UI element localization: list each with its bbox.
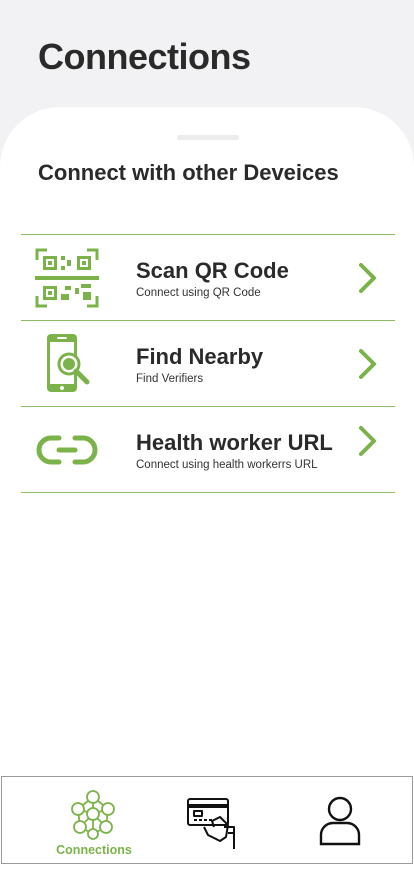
health-worker-url-item[interactable]: Health worker URL Connect using health w…	[21, 407, 395, 493]
profile-icon	[319, 796, 361, 846]
find-nearby-item[interactable]: Find Nearby Find Verifiers	[21, 321, 395, 407]
scan-qr-code-text: Scan QR Code Connect using QR Code	[136, 257, 289, 299]
sheet-grabber[interactable]	[177, 135, 239, 140]
tab-label: Connections	[56, 843, 132, 857]
page-title: Connections	[38, 36, 251, 77]
link-icon	[29, 418, 105, 482]
item-subtitle: Connect using QR Code	[136, 287, 261, 299]
bottom-tab-bar: Connections	[1, 776, 413, 864]
network-icon	[71, 790, 115, 840]
chevron-right-icon	[359, 426, 376, 456]
item-title: Health worker URL	[136, 430, 333, 455]
chevron-right-icon	[359, 348, 376, 379]
find-nearby-icon	[29, 332, 105, 396]
section-title: Connect with other Deveices	[38, 160, 339, 185]
tab-profile[interactable]	[285, 777, 395, 863]
connections-sheet: Connect with other Deveices Scan QR Code…	[0, 107, 414, 871]
connection-options-list: Scan QR Code Connect using QR Code Find …	[21, 234, 395, 493]
item-title: Scan QR Code	[136, 258, 289, 283]
scan-qr-code-item[interactable]: Scan QR Code Connect using QR Code	[21, 235, 395, 321]
item-subtitle: Find Verifiers	[136, 373, 204, 385]
qr-code-icon	[29, 246, 105, 310]
find-nearby-text: Find Nearby Find Verifiers	[136, 343, 263, 385]
card-hand-icon	[187, 798, 235, 849]
tab-cards[interactable]	[157, 777, 267, 863]
chevron-right-icon	[359, 262, 376, 293]
health-worker-url-text: Health worker URL Connect using health w…	[136, 429, 333, 471]
item-subtitle: Connect using health workerrs URL	[136, 459, 318, 471]
tab-connections[interactable]: Connections	[39, 777, 149, 863]
item-title: Find Nearby	[136, 344, 264, 369]
